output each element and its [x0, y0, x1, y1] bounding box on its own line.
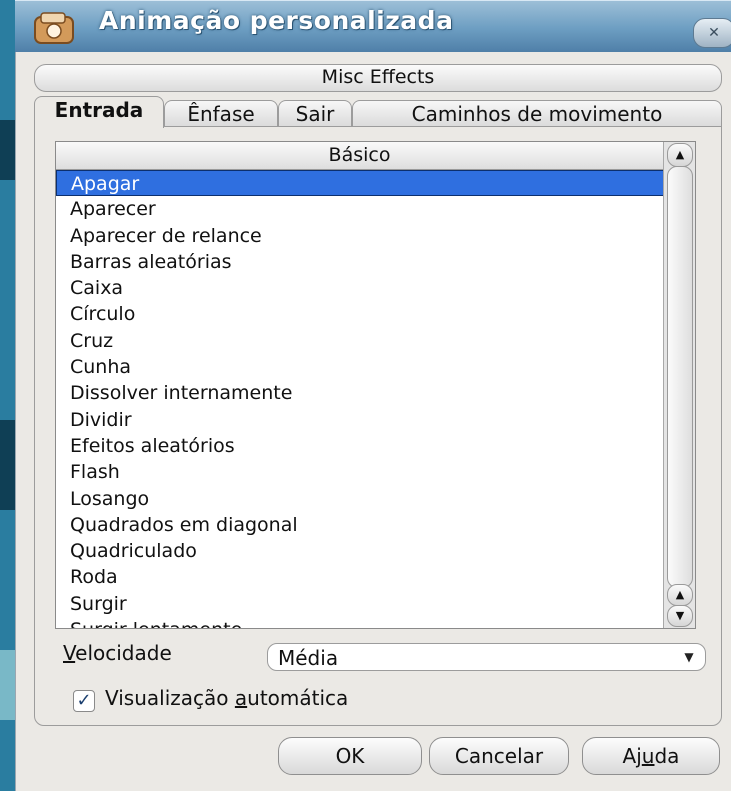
- scroll-thumb[interactable]: [667, 166, 693, 588]
- speed-select[interactable]: Média ▼: [267, 643, 706, 671]
- scroll-up-button[interactable]: ▲: [667, 143, 693, 167]
- list-item[interactable]: Cunha: [56, 354, 664, 380]
- list-item[interactable]: Barras aleatórias: [56, 249, 664, 275]
- list-item[interactable]: Dissolver internamente: [56, 380, 664, 406]
- list-item[interactable]: Quadriculado: [56, 538, 664, 564]
- close-button[interactable]: ✕: [693, 18, 731, 48]
- auto-preview-label[interactable]: Visualização automática: [105, 686, 348, 710]
- list-scrollbar[interactable]: ▲ ▲ ▼: [663, 142, 695, 628]
- chevron-down-icon: ▼: [684, 650, 694, 664]
- list-item[interactable]: Apagar: [56, 170, 664, 197]
- title-bar[interactable]: Animação personalizada ✕: [15, 0, 731, 52]
- list-item[interactable]: Caixa: [56, 275, 664, 301]
- ok-button[interactable]: OK: [278, 737, 422, 775]
- tab-sair[interactable]: Sair: [278, 100, 352, 127]
- close-icon: ✕: [708, 25, 720, 41]
- cancel-button[interactable]: Cancelar: [429, 737, 569, 775]
- tab-row: Entrada Ênfase Sair Caminhos de moviment…: [34, 96, 724, 128]
- auto-preview-checkbox[interactable]: ✓: [73, 690, 95, 712]
- list-item[interactable]: Cruz: [56, 328, 664, 354]
- dialog-body: Misc Effects Entrada Ênfase Sair Caminho…: [15, 52, 731, 791]
- list-item[interactable]: Surgir lentamente: [56, 617, 664, 628]
- tab-caminhos-de-movimento[interactable]: Caminhos de movimento: [352, 100, 722, 127]
- list-item[interactable]: Dividir: [56, 407, 664, 433]
- list-items: Apagar Aparecer Aparecer de relance Barras …: [56, 170, 664, 628]
- tab-entrada[interactable]: Entrada: [34, 96, 164, 128]
- tab-misc-effects[interactable]: Misc Effects: [34, 64, 722, 92]
- tab-panel: Básico Apagar Aparecer Aparecer de relance…: [34, 126, 722, 726]
- effects-list[interactable]: Básico Apagar Aparecer Aparecer de relance…: [55, 141, 696, 629]
- checkmark-icon: ✓: [76, 690, 92, 711]
- list-item[interactable]: Círculo: [56, 301, 664, 327]
- list-item[interactable]: Flash: [56, 459, 664, 485]
- speed-label: Velocidade: [63, 641, 172, 665]
- window-title: Animação personalizada: [99, 6, 454, 35]
- tab-enfase[interactable]: Ênfase: [164, 100, 278, 127]
- list-item[interactable]: Losango: [56, 486, 664, 512]
- list-item[interactable]: Surgir: [56, 591, 664, 617]
- list-item[interactable]: Aparecer de relance: [56, 223, 664, 249]
- scroll-down-button[interactable]: ▼: [667, 605, 693, 627]
- help-button[interactable]: Ajuda: [582, 737, 720, 775]
- list-header: Básico: [56, 142, 663, 170]
- list-item[interactable]: Quadrados em diagonal: [56, 512, 664, 538]
- speed-value: Média: [278, 646, 339, 670]
- app-icon: [33, 11, 77, 45]
- list-item[interactable]: Aparecer: [56, 196, 664, 222]
- list-item[interactable]: Roda: [56, 564, 664, 590]
- list-item[interactable]: Efeitos aleatórios: [56, 433, 664, 459]
- scroll-up-lower-button[interactable]: ▲: [667, 584, 693, 606]
